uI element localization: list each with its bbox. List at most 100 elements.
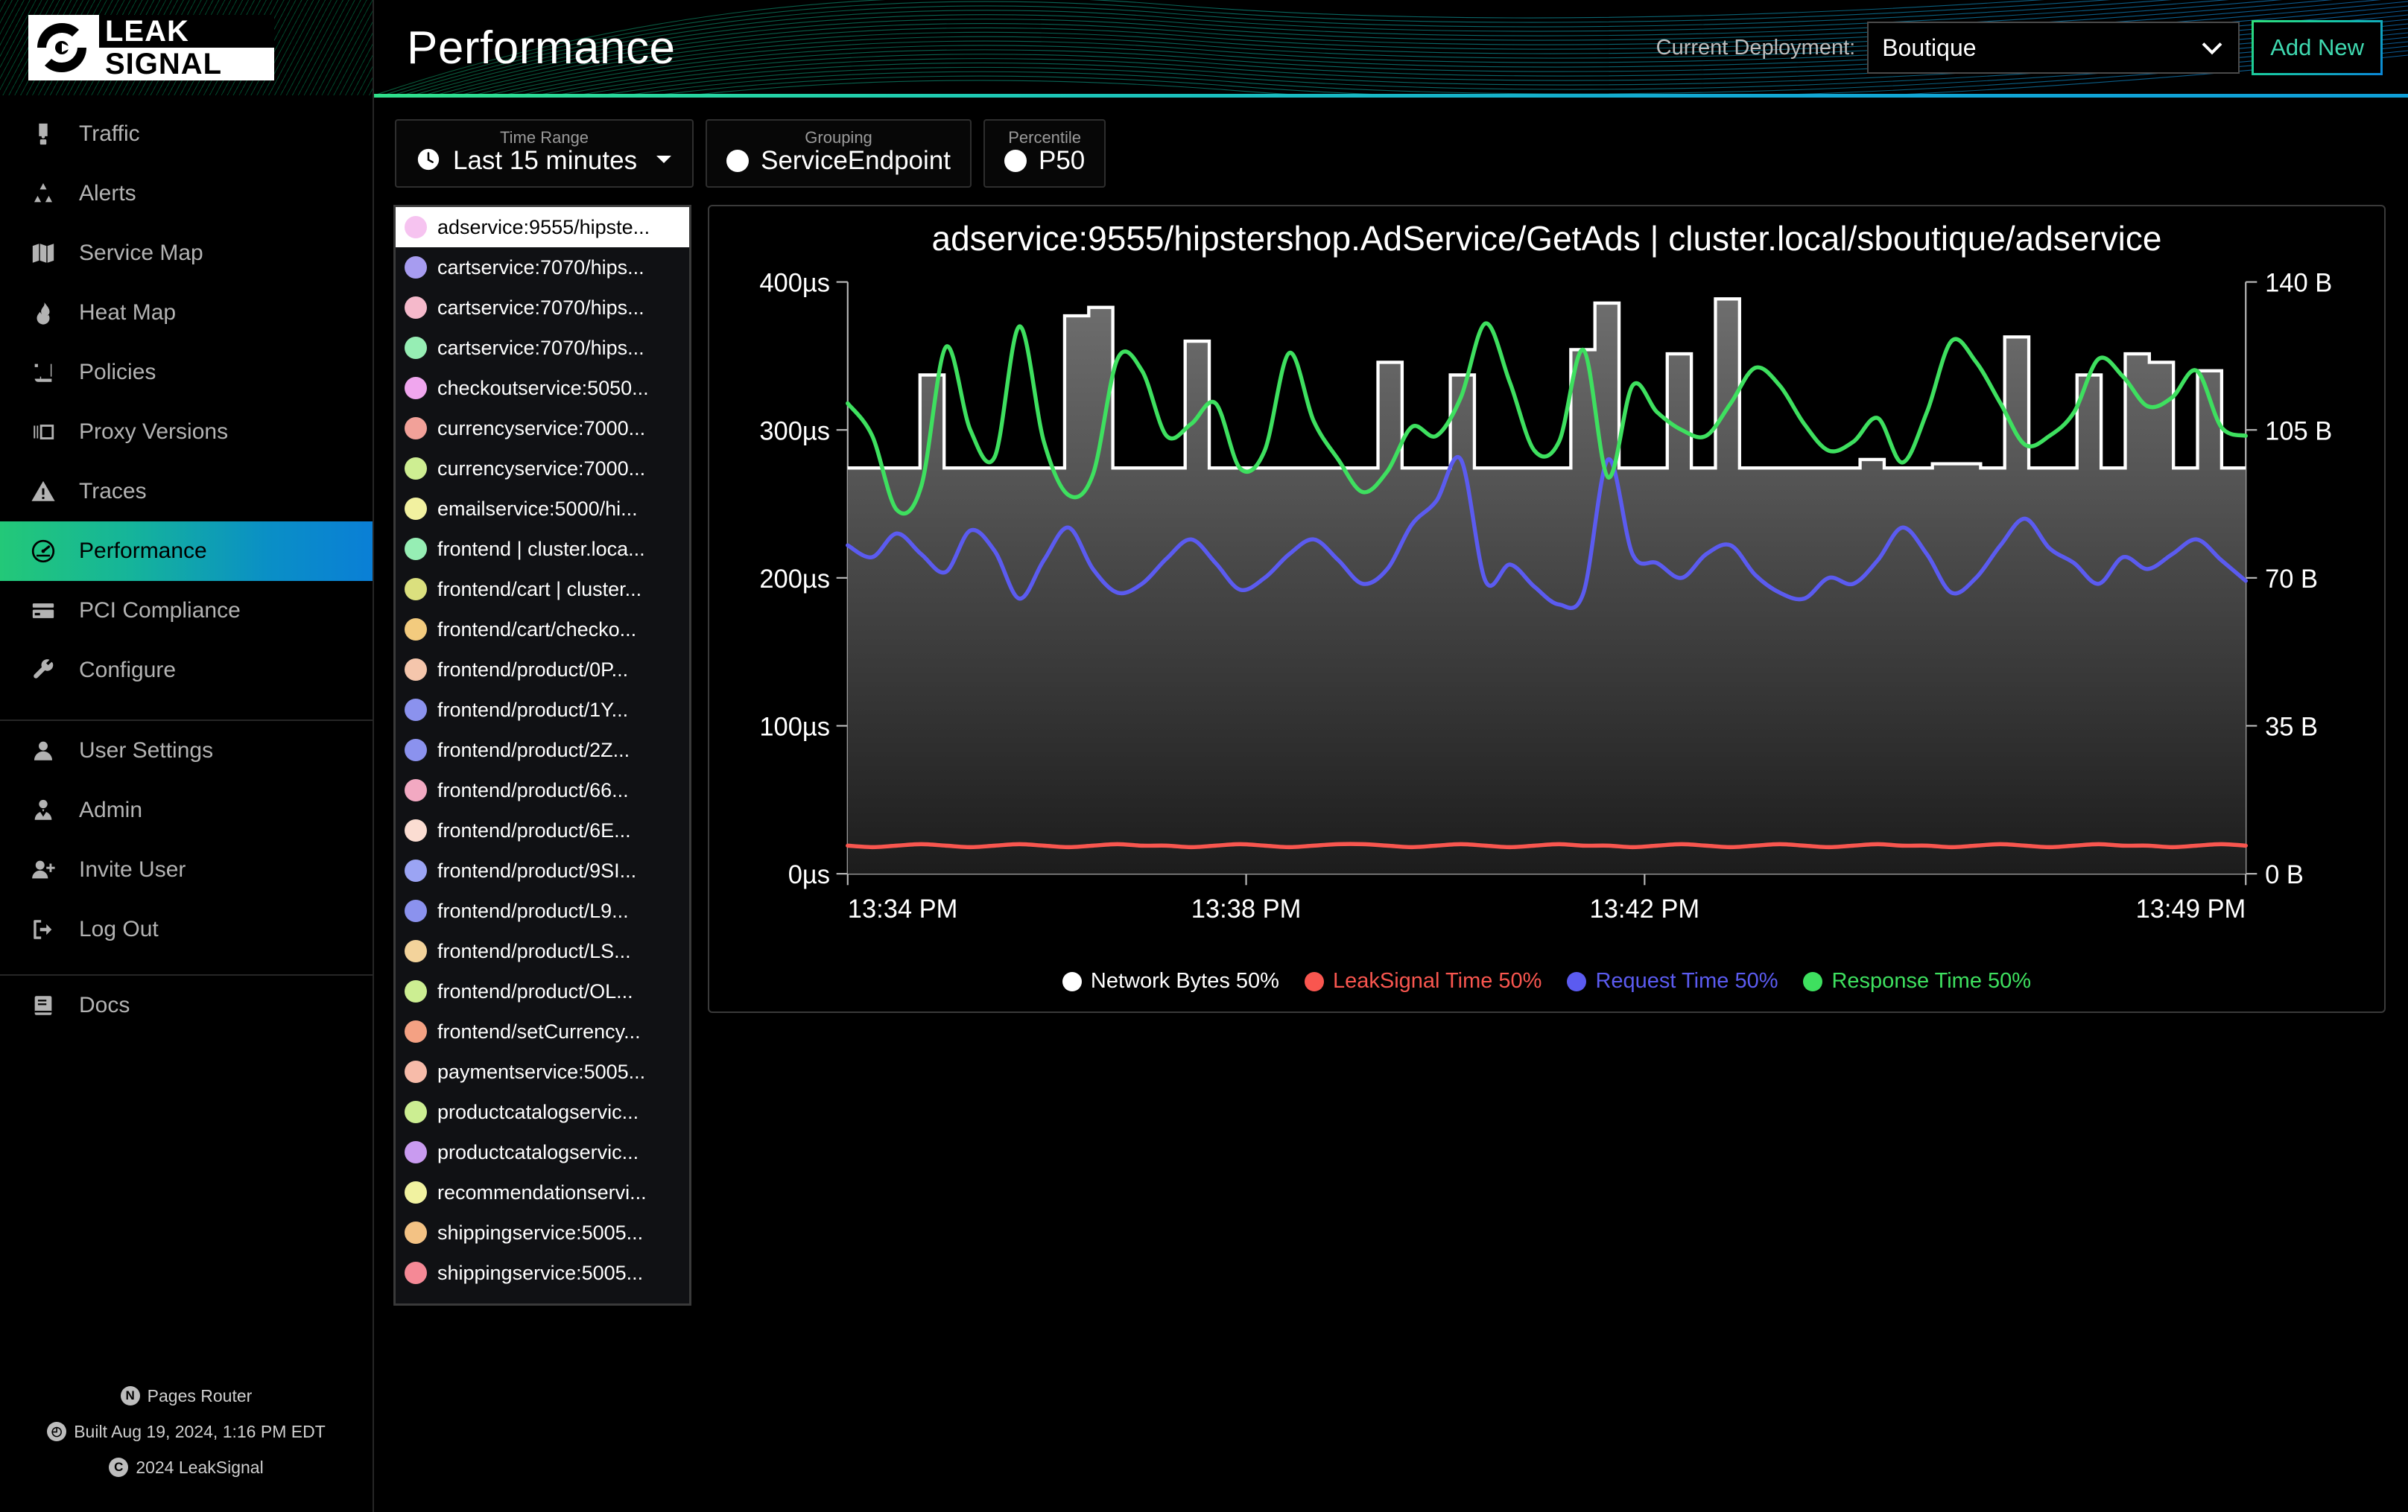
service-list-item[interactable]: frontend/product/0P... (396, 649, 689, 690)
service-list-item[interactable]: cartservice:7070/hips... (396, 328, 689, 368)
service-list-item[interactable]: frontend/cart/checko... (396, 609, 689, 649)
service-list-item[interactable]: frontend/product/L9... (396, 891, 689, 931)
traffic-light-icon (27, 118, 60, 150)
service-color-dot (405, 1141, 427, 1163)
legend-label: Request Time 50% (1595, 969, 1778, 993)
service-list-item-label: frontend/setCurrency... (437, 1020, 641, 1043)
logo[interactable]: LEAK SIGNAL (0, 0, 373, 95)
x-axis-tick-label: 13:38 PM (1191, 895, 1302, 924)
sidebar-item-label: Docs (79, 993, 130, 1017)
service-list-item[interactable]: checkoutservice:5050... (396, 368, 689, 408)
right-axis-tick-label: 105 B (2265, 417, 2332, 445)
sidebar-item-label: PCI Compliance (79, 598, 241, 623)
service-list-item[interactable]: frontend/product/6E... (396, 810, 689, 851)
filter-bar: Time Range Last 15 minutes Grouping Serv… (395, 119, 1106, 188)
sidebar-item-label: Traffic (79, 121, 140, 146)
radiation-alert-icon (27, 177, 60, 210)
sidebar-item-heat-map[interactable]: Heat Map (0, 283, 373, 343)
sidebar-item-policies[interactable]: Policies (0, 343, 373, 402)
add-new-button[interactable]: Add New (2252, 20, 2383, 75)
service-list-item-label: productcatalogservic... (437, 1140, 639, 1163)
chart-plot-area[interactable]: 0µs 100µs 200µs 300µs 400µs 0 B 35 B 70 B 105 B 1… (727, 267, 2366, 965)
leaksignal-target-icon (28, 15, 99, 80)
dot-icon (726, 150, 750, 172)
service-list-item[interactable]: recommendationservi... (396, 1172, 689, 1213)
sidebar-item-alerts[interactable]: Alerts (0, 164, 373, 223)
legend-item[interactable]: LeakSignal Time 50% (1304, 969, 1542, 994)
sidebar-item-pci-compliance[interactable]: PCI Compliance (0, 581, 373, 641)
performance-chart-panel: adservice:9555/hipstershop.AdService/Get… (708, 205, 2386, 1013)
service-list-item[interactable]: currencyservice:7000... (396, 448, 689, 489)
service-list-item[interactable]: productcatalogservic... (396, 1132, 689, 1172)
sidebar-item-service-map[interactable]: Service Map (0, 223, 373, 283)
chart-legend: Network Bytes 50% LeakSignal Time 50% Requ… (727, 969, 2366, 994)
right-axis-tick-label: 140 B (2265, 270, 2332, 298)
service-list-item[interactable]: cartservice:7070/hips... (396, 247, 689, 288)
service-list-item[interactable]: shippingservice:5005... (396, 1253, 689, 1293)
logout-icon (27, 913, 60, 946)
service-list-item[interactable]: frontend/product/1Y... (396, 690, 689, 730)
sidebar-item-invite-user[interactable]: Invite User (0, 840, 373, 900)
footer-build-row: ◴ Built Aug 19, 2024, 1:16 PM EDT (0, 1414, 373, 1449)
page-title: Performance (407, 22, 676, 74)
main-content: Performance Current Deployment: Boutique… (374, 0, 2408, 1512)
legend-item[interactable]: Request Time 50% (1567, 969, 1778, 994)
percentile-filter[interactable]: Percentile P50 (983, 119, 1106, 188)
sidebar-item-traces[interactable]: Traces (0, 462, 373, 521)
service-list-item[interactable]: emailservice:5000/hi... (396, 489, 689, 529)
service-list-item-label: adservice:9555/hipste... (437, 215, 650, 238)
service-endpoint-list[interactable]: adservice:9555/hipste... cartservice:7070… (393, 205, 691, 1306)
service-list-item[interactable]: frontend/product/2Z... (396, 730, 689, 770)
service-list-item[interactable]: frontend/product/9SI... (396, 851, 689, 891)
clock-icon (416, 147, 441, 176)
service-color-dot (405, 1101, 427, 1123)
sidebar-item-label: Performance (79, 539, 207, 563)
sidebar-item-label: Heat Map (79, 300, 177, 325)
time-range-filter[interactable]: Time Range Last 15 minutes (395, 119, 694, 188)
legend-item[interactable]: Network Bytes 50% (1062, 969, 1279, 994)
service-list-item[interactable]: paymentservice:5005... (396, 1052, 689, 1092)
sidebar-item-configure[interactable]: Configure (0, 641, 373, 700)
service-list-item[interactable]: frontend/product/66... (396, 770, 689, 810)
service-list-item[interactable]: currencyservice:7000... (396, 408, 689, 448)
deployment-value: Boutique (1882, 34, 1977, 61)
service-list-item[interactable]: frontend | cluster.loca... (396, 529, 689, 569)
legend-item[interactable]: Response Time 50% (1803, 969, 2031, 994)
service-color-dot (405, 256, 427, 279)
footer-router-text: Pages Router (147, 1386, 253, 1405)
deployment-select[interactable]: Boutique (1867, 22, 2240, 74)
service-list-item[interactable]: cartservice:7070/hips... (396, 288, 689, 328)
sidebar-item-label: User Settings (79, 738, 214, 763)
service-list-item-label: shippingservice:5005... (437, 1261, 644, 1284)
sidebar-item-label: Traces (79, 479, 147, 504)
service-list-item[interactable]: productcatalogservic... (396, 1092, 689, 1132)
content-area: adservice:9555/hipste... cartservice:7070… (393, 205, 2386, 1512)
legend-color-dot (1062, 971, 1082, 991)
service-list-item[interactable]: frontend/cart | cluster... (396, 569, 689, 609)
sidebar-item-performance[interactable]: Performance (0, 521, 373, 581)
service-list-item[interactable]: frontend/setCurrency... (396, 1011, 689, 1052)
service-color-dot (405, 900, 427, 922)
sidebar-item-docs[interactable]: Docs (0, 976, 373, 1035)
sidebar-item-proxy-versions[interactable]: Proxy Versions (0, 402, 373, 462)
service-list-item[interactable]: frontend/product/LS... (396, 931, 689, 971)
right-axis-tick-label: 70 B (2265, 565, 2318, 594)
service-list-item[interactable]: frontend/product/OL... (396, 971, 689, 1011)
sidebar-item-traffic[interactable]: Traffic (0, 104, 373, 164)
sidebar-item-admin[interactable]: Admin (0, 781, 373, 840)
service-list-item-label: frontend/cart/checko... (437, 617, 637, 641)
sidebar-item-user-settings[interactable]: User Settings (0, 721, 373, 781)
service-list-item[interactable]: adservice:9555/hipste... (396, 207, 689, 247)
service-list-item[interactable]: shippingservice:5005... (396, 1213, 689, 1253)
grouping-label: Grouping (805, 128, 872, 147)
service-list-item-label: cartservice:7070/hips... (437, 336, 644, 359)
service-list-item-label: currencyservice:7000... (437, 416, 646, 439)
grouping-filter[interactable]: Grouping ServiceEndpoint (706, 119, 972, 188)
service-color-dot (405, 337, 427, 359)
service-list-item-label: frontend/product/L9... (437, 899, 629, 922)
sidebar-item-log-out[interactable]: Log Out (0, 900, 373, 959)
service-list-item-label: emailservice:5000/hi... (437, 497, 638, 520)
sidebar-item-label: Policies (79, 360, 156, 384)
proxy-brackets-icon (27, 416, 60, 448)
app-root: LEAK SIGNAL Traffic Alerts Service Map H… (0, 0, 2408, 1512)
